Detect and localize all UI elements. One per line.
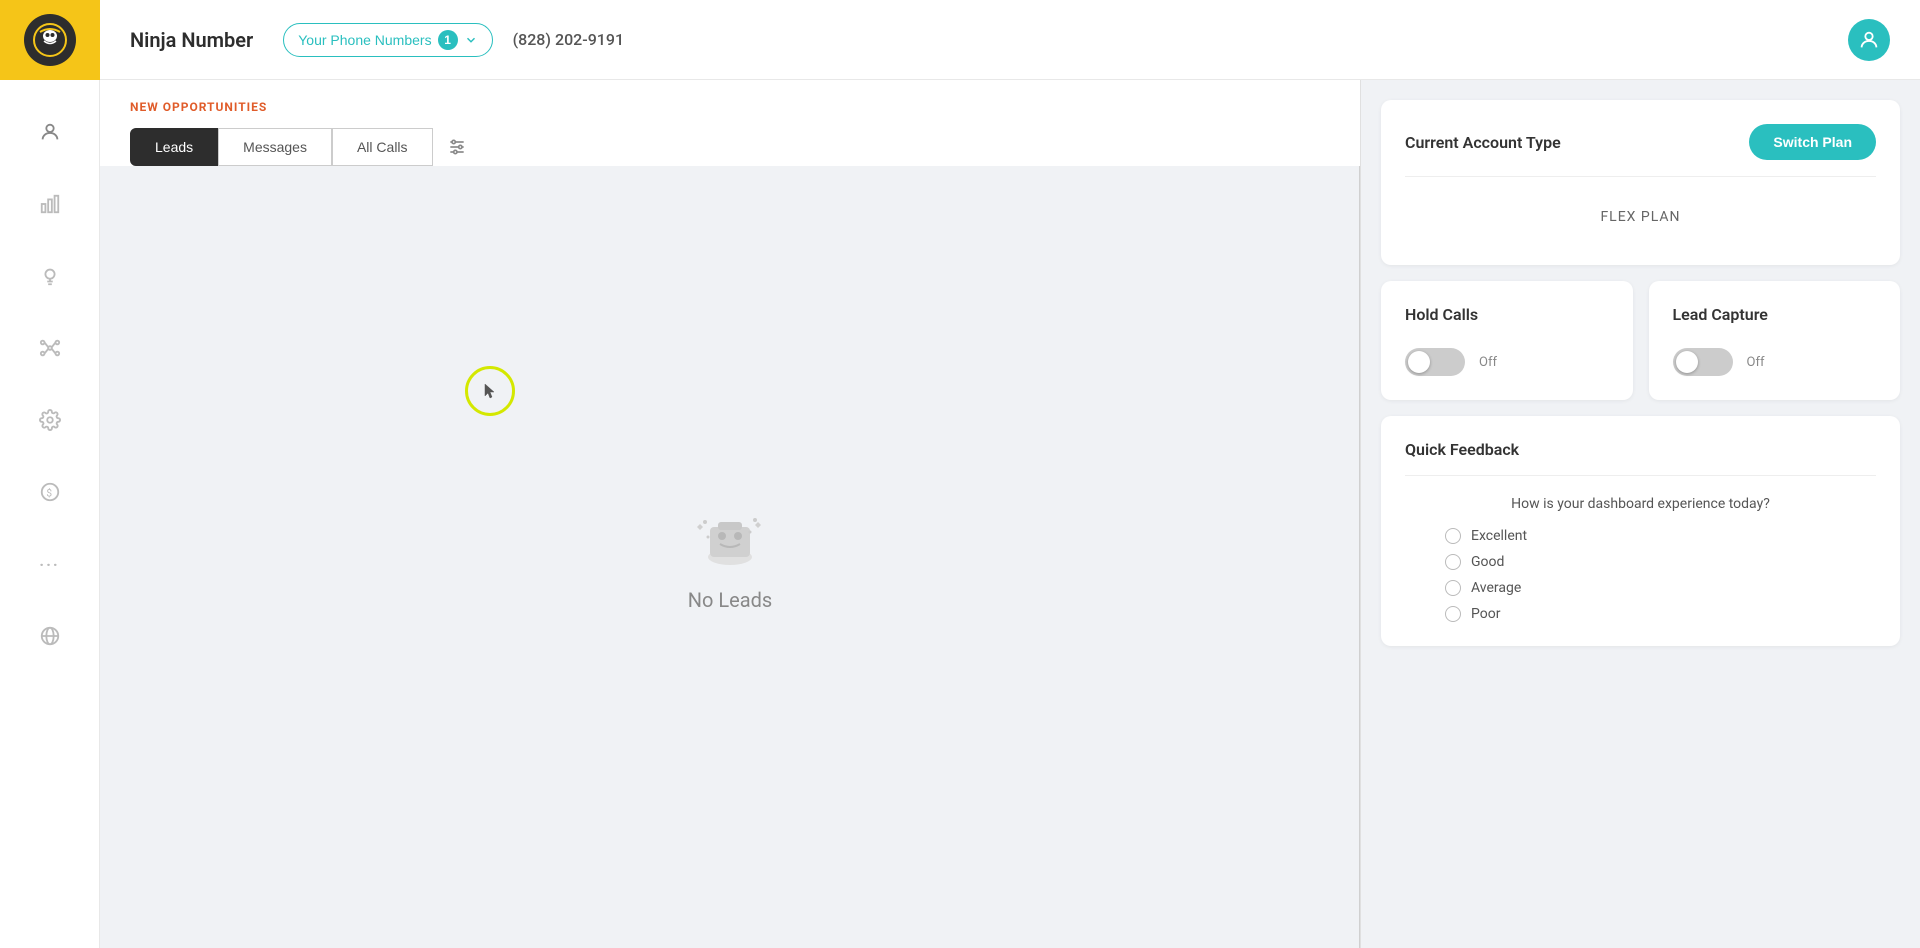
feedback-label-good: Good (1471, 554, 1504, 570)
switch-plan-button[interactable]: Switch Plan (1749, 124, 1876, 160)
lead-capture-toggle-knob (1676, 351, 1698, 373)
filter-button[interactable] (447, 137, 467, 157)
tab-messages[interactable]: Messages (218, 128, 332, 166)
filter-icon (447, 137, 467, 157)
sidebar-item-settings[interactable] (28, 398, 72, 442)
app-title: Ninja Number (130, 28, 253, 52)
sidebar-item-stats[interactable] (28, 182, 72, 226)
feedback-header-row: Quick Feedback (1405, 440, 1876, 459)
sidebar-nav: $ ··· (0, 100, 99, 668)
radio-excellent[interactable] (1445, 528, 1461, 544)
feedback-label-poor: Poor (1471, 606, 1500, 622)
phone-numbers-badge: 1 (438, 30, 458, 50)
account-header-row: Current Account Type Switch Plan (1405, 124, 1876, 160)
tab-leads[interactable]: Leads (130, 128, 218, 166)
sidebar-item-integrations[interactable] (28, 326, 72, 370)
no-leads-icon (690, 502, 770, 572)
feedback-label-excellent: Excellent (1471, 528, 1527, 544)
feedback-option-good[interactable]: Good (1445, 554, 1836, 570)
lead-capture-title: Lead Capture (1673, 305, 1877, 324)
right-panel: Current Account Type Switch Plan FLEX PL… (1360, 80, 1920, 948)
feedback-question: How is your dashboard experience today? (1405, 496, 1876, 512)
hold-calls-title: Hold Calls (1405, 305, 1609, 324)
feedback-option-excellent[interactable]: Excellent (1445, 528, 1836, 544)
sidebar-item-billing[interactable]: $ (28, 470, 72, 514)
left-panel-header: NEW OPPORTUNITIES Leads Messages All Cal… (100, 80, 1360, 166)
ninja-logo-icon (24, 14, 76, 66)
plan-name-label: FLEX PLAN (1405, 193, 1876, 241)
sidebar: $ ··· (0, 0, 100, 948)
feedback-options: Excellent Good Average Poor (1405, 528, 1876, 622)
main-container: Ninja Number Your Phone Numbers 1 (828) … (100, 0, 1920, 948)
feedback-card-title: Quick Feedback (1405, 440, 1519, 459)
radio-poor[interactable] (1445, 606, 1461, 622)
svg-text:$: $ (46, 487, 52, 500)
feedback-option-poor[interactable]: Poor (1445, 606, 1836, 622)
lead-capture-toggle[interactable] (1673, 348, 1733, 376)
panel-divider (1359, 166, 1360, 948)
lead-capture-card: Lead Capture Off (1649, 281, 1901, 400)
radio-good[interactable] (1445, 554, 1461, 570)
sidebar-item-ideas[interactable] (28, 254, 72, 298)
section-label: NEW OPPORTUNITIES (130, 100, 1330, 114)
chevron-down-icon (464, 33, 478, 47)
sidebar-item-globe[interactable] (28, 614, 72, 658)
header: Ninja Number Your Phone Numbers 1 (828) … (100, 0, 1920, 80)
tab-all-calls[interactable]: All Calls (332, 128, 433, 166)
hold-calls-card: Hold Calls Off (1381, 281, 1633, 400)
hold-calls-toggle-container: Off (1405, 348, 1609, 376)
phone-numbers-button[interactable]: Your Phone Numbers 1 (283, 23, 492, 57)
feature-cards-row: Hold Calls Off Lead Capture Off (1381, 281, 1900, 400)
hold-calls-toggle-label: Off (1479, 355, 1497, 370)
lead-capture-toggle-label: Off (1747, 355, 1765, 370)
tabs-row: Leads Messages All Calls (130, 128, 1330, 166)
hold-calls-toggle[interactable] (1405, 348, 1465, 376)
cursor-indicator (465, 366, 515, 416)
account-type-card: Current Account Type Switch Plan FLEX PL… (1381, 100, 1900, 265)
left-panel: NEW OPPORTUNITIES Leads Messages All Cal… (100, 80, 1360, 948)
lead-capture-toggle-container: Off (1673, 348, 1877, 376)
quick-feedback-card: Quick Feedback How is your dashboard exp… (1381, 416, 1900, 646)
hold-calls-toggle-knob (1408, 351, 1430, 373)
radio-average[interactable] (1445, 580, 1461, 596)
sidebar-item-user[interactable] (28, 110, 72, 154)
logo-area (0, 0, 100, 80)
left-panel-body: No Leads (100, 166, 1360, 948)
no-leads-text: No Leads (688, 588, 773, 612)
feedback-option-average[interactable]: Average (1445, 580, 1836, 596)
account-card-title: Current Account Type (1405, 133, 1561, 152)
sidebar-item-more[interactable]: ··· (28, 542, 72, 586)
cursor-arrow-icon (483, 382, 497, 400)
feedback-label-average: Average (1471, 580, 1521, 596)
user-avatar[interactable] (1848, 19, 1890, 61)
content-area: NEW OPPORTUNITIES Leads Messages All Cal… (100, 80, 1920, 948)
phone-numbers-label: Your Phone Numbers (298, 32, 431, 48)
phone-number-display: (828) 202-9191 (513, 30, 624, 49)
